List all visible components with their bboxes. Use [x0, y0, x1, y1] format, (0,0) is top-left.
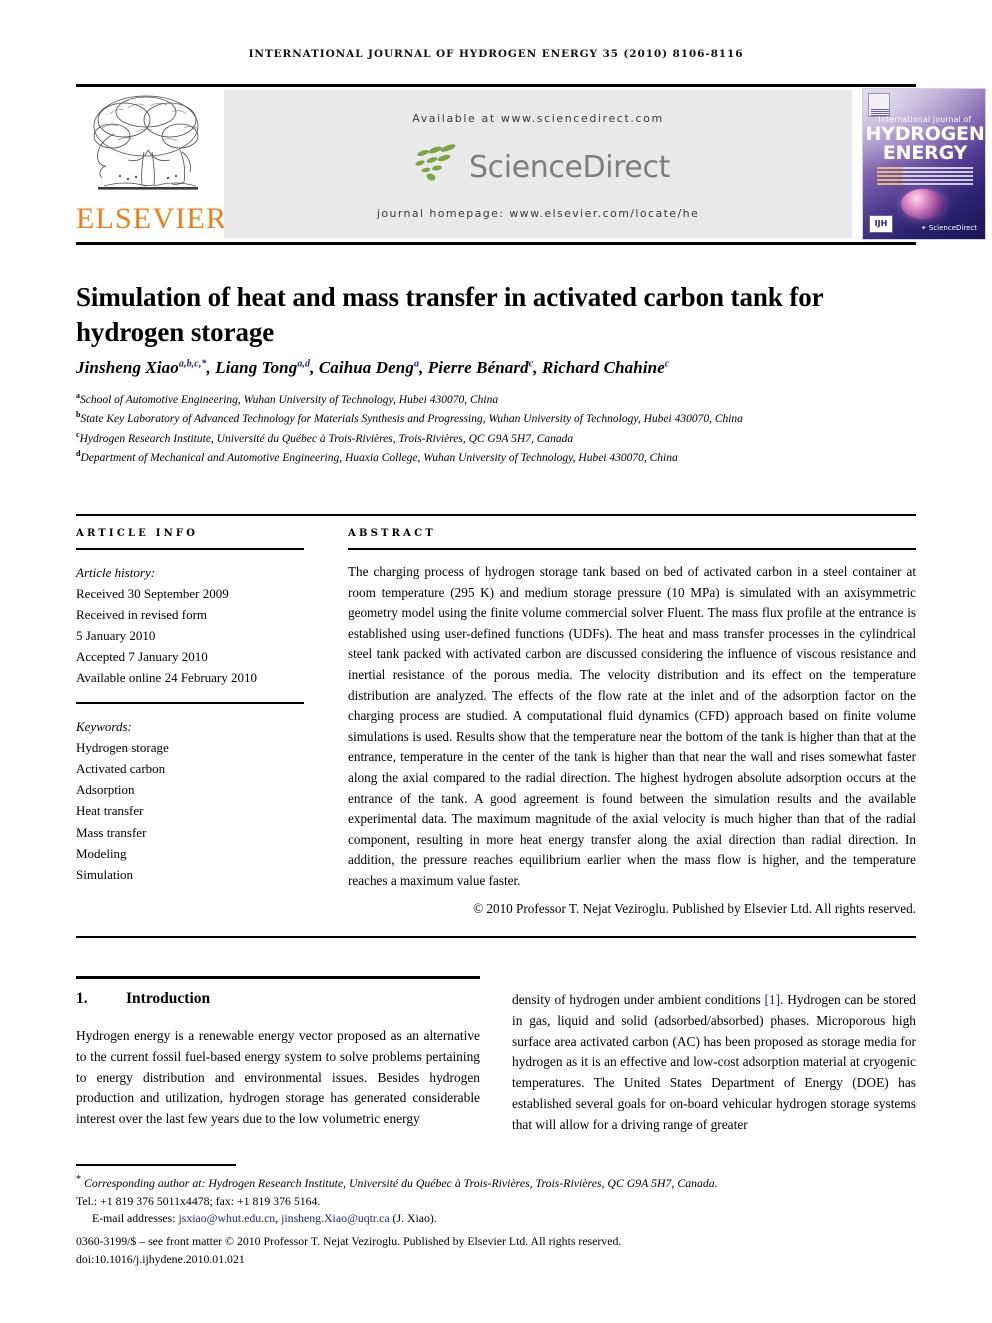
keyword-item: Adsorption [76, 782, 135, 798]
article-info-rule [76, 548, 304, 550]
abstract-text: The charging process of hydrogen storage… [348, 564, 916, 888]
doi-line: doi:10.1016/j.ijhydene.2010.01.021 [76, 1252, 245, 1267]
keyword-item: Simulation [76, 866, 134, 882]
affiliation-item: aSchool of Automotive Engineering, Wuhan… [76, 390, 916, 409]
affiliation-text: Department of Mechanical and Automotive … [80, 451, 678, 464]
article-info-column: ARTICLE INFO Article history: Received 3… [76, 528, 304, 885]
panel-top-rule [76, 514, 916, 516]
corresponding-author-line: * Corresponding author at: Hydrogen Rese… [76, 1172, 916, 1193]
abstract-copyright: © 2010 Professor T. Nejat Veziroglu. Pub… [473, 900, 916, 916]
keyword-item: Activated carbon [76, 761, 166, 777]
footnote-block: * Corresponding author at: Hydrogen Rese… [76, 1172, 916, 1228]
section-number: 1. [76, 990, 88, 1007]
sciencedirect-leaves-icon [406, 142, 462, 189]
history-item: Received in revised form [76, 607, 208, 623]
front-matter-line: 0360-3199/$ – see front matter © 2010 Pr… [76, 1234, 622, 1248]
intro-text-before-citation: density of hydrogen under ambient condit… [512, 992, 765, 1007]
author-list: Jinsheng Xiaoa,b,c,*, Liang Tonga,d, Cai… [76, 358, 670, 377]
cover-sciencedirect-mark: ✦ ScienceDirect [920, 224, 977, 232]
email-owner: (J. Xiao). [389, 1211, 437, 1226]
footnote-rule [76, 1164, 236, 1166]
section-heading: 1. Introduction [76, 990, 480, 1008]
section-top-rule [76, 976, 480, 979]
history-item: Received 30 September 2009 [76, 586, 229, 602]
front-matter-block: 0360-3199/$ – see front matter © 2010 Pr… [76, 1232, 916, 1269]
keyword-item: Modeling [76, 845, 127, 861]
elsevier-wordmark: ELSEVIER [76, 202, 228, 235]
affiliation-item: bState Key Laboratory of Advanced Techno… [76, 409, 916, 428]
affiliation-text: Hydrogen Research Institute, Université … [79, 432, 574, 445]
panel-bottom-rule-left [76, 936, 304, 938]
journal-cover-thumbnail: International Journal of HYDROGEN ENERGY… [862, 88, 986, 240]
affiliation-item: dDepartment of Mechanical and Automotive… [76, 448, 916, 467]
running-head: INTERNATIONAL JOURNAL OF HYDROGEN ENERGY… [248, 48, 744, 60]
article-info-heading: ARTICLE INFO [76, 528, 199, 539]
citation-link-1[interactable]: [1] [764, 992, 780, 1007]
cover-elsevier-mark [868, 93, 890, 117]
email-link-2[interactable]: jinsheng.Xiao@uqtr.ca [281, 1211, 390, 1225]
available-at-text: Available at www.sciencedirect.com [412, 112, 664, 125]
intro-text-after-citation: . Hydrogen can be stored in gas, liquid … [512, 992, 916, 1132]
affiliation-list: aSchool of Automotive Engineering, Wuhan… [76, 390, 916, 467]
intro-left-column: Hydrogen energy is a renewable energy ve… [76, 1028, 480, 1127]
history-item: Available online 24 February 2010 [76, 670, 257, 686]
email-line: E-mail addresses: jsxiao@whut.edu.cn, ji… [76, 1210, 916, 1228]
cover-sphere-graphic [901, 189, 945, 219]
keyword-item: Mass transfer [76, 824, 147, 840]
abstract-heading: ABSTRACT [348, 528, 436, 539]
cover-sciencedirect-label: ScienceDirect [928, 224, 977, 232]
abstract-column: ABSTRACT The charging process of hydroge… [348, 528, 916, 919]
elsevier-logo: ELSEVIER [76, 88, 228, 240]
article-info-divider [76, 702, 304, 705]
masthead: ELSEVIER Available at www.sciencedirect.… [76, 88, 986, 240]
sciencedirect-logo: ScienceDirect [224, 142, 852, 192]
page-title: Simulation of heat and mass transfer in … [76, 282, 824, 347]
intro-right-column: density of hydrogen under ambient condit… [512, 990, 916, 1135]
keyword-item: Heat transfer [76, 803, 144, 819]
corresponding-author-text: Corresponding author at: Hydrogen Resear… [83, 1175, 718, 1190]
paper-page: INTERNATIONAL JOURNAL OF HYDROGEN ENERGY… [0, 0, 992, 1323]
article-history-label: Article history: [76, 565, 156, 580]
keyword-item: Hydrogen storage [76, 740, 169, 756]
email-link-1[interactable]: jsxiao@whut.edu.cn [179, 1211, 276, 1225]
history-item: 5 January 2010 [76, 628, 156, 644]
telephone-line: Tel.: +1 819 376 5011x4478; fax: +1 819 … [76, 1193, 321, 1208]
keywords-label: Keywords: [76, 719, 132, 735]
section-title: Introduction [126, 990, 211, 1007]
top-rule [76, 84, 916, 87]
history-item: Accepted 7 January 2010 [76, 649, 208, 665]
affiliation-item: cHydrogen Research Institute, Université… [76, 429, 916, 448]
abstract-rule [348, 548, 916, 550]
email-label: E-mail addresses: [92, 1211, 176, 1226]
article-history-block: Article history: Received 30 September 2… [76, 562, 304, 688]
elsevier-tree-icon [84, 90, 214, 202]
affiliation-text: State Key Laboratory of Advanced Technol… [80, 413, 743, 426]
sciencedirect-band: Available at www.sciencedirect.com Scien… [224, 90, 852, 238]
cover-editor-lines [877, 167, 973, 189]
journal-homepage-text: journal homepage: www.elsevier.com/locat… [376, 207, 700, 220]
keywords-block: Keywords: Hydrogen storage Activated car… [76, 716, 304, 884]
cover-title-line2: ENERGY [882, 142, 968, 164]
affiliation-text: School of Automotive Engineering, Wuhan … [80, 393, 499, 406]
sciencedirect-wordmark: ScienceDirect [469, 150, 670, 185]
asterisk-icon: * [76, 1174, 81, 1185]
cover-badge: IJH [869, 215, 893, 233]
masthead-bottom-rule [76, 242, 916, 245]
